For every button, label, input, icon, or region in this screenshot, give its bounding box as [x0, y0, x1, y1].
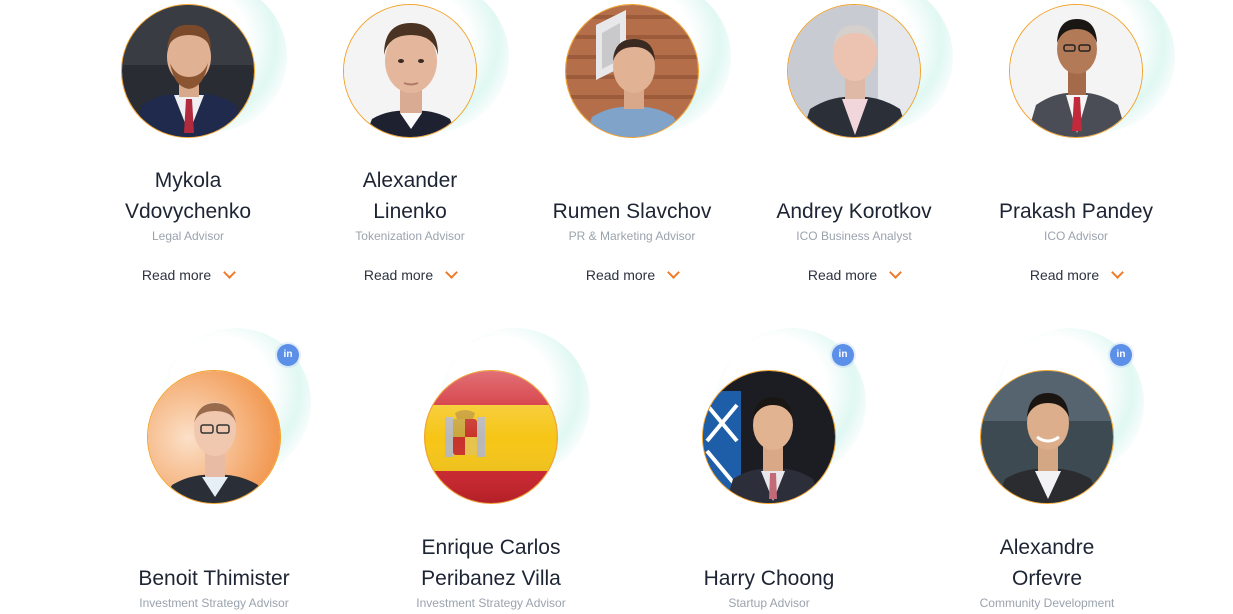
advisor-name: Alexander Linenko: [362, 169, 458, 223]
advisor-role: ICO Business Analyst: [796, 229, 912, 243]
photo-area: in: [658, 328, 880, 506]
read-more-button[interactable]: Read more: [521, 266, 743, 284]
photo-area: [299, 0, 521, 140]
read-more-label: Read more: [1029, 267, 1100, 283]
advisor-name: Alexandre Orfevre: [999, 536, 1095, 590]
avatar: [1009, 4, 1143, 138]
advisor-name: Mykola Vdovychenko: [124, 169, 252, 223]
read-more-button[interactable]: Read more: [965, 266, 1187, 284]
photo-area: in: [936, 328, 1158, 506]
avatar: [565, 4, 699, 138]
linkedin-icon[interactable]: in: [832, 344, 854, 366]
read-more-label: Read more: [363, 267, 434, 283]
read-more-label: Read more: [141, 267, 212, 283]
advisor-name: Harry Choong: [703, 567, 835, 590]
avatar: [121, 4, 255, 138]
advisor-role: Startup Advisor: [728, 596, 810, 610]
chevron-down-icon: [667, 266, 680, 279]
advisor-role: PR & Marketing Advisor: [568, 229, 696, 243]
chevron-down-icon: [445, 266, 458, 279]
read-more-label: Read more: [807, 267, 878, 283]
read-more-label: Read more: [585, 267, 656, 283]
advisor-role: Investment Strategy Advisor: [139, 596, 289, 610]
advisor-role: ICO Advisor: [1043, 229, 1109, 243]
advisor-name: Rumen Slavchov: [552, 200, 712, 223]
advisor-role: Legal Advisor: [151, 229, 225, 243]
advisor-name: Andrey Korotkov: [776, 200, 932, 223]
photo-area: [380, 328, 602, 506]
avatar: [424, 370, 558, 504]
advisor-name: Prakash Pandey: [998, 200, 1154, 223]
photo-area: [77, 0, 299, 140]
advisor-role: Community Development: [979, 596, 1115, 610]
advisor-name: Enrique Carlos Peribanez Villa: [421, 536, 561, 590]
photo-area: [965, 0, 1187, 140]
avatar: [343, 4, 477, 138]
avatar: [980, 370, 1114, 504]
chevron-down-icon: [223, 266, 236, 279]
photo-area: [743, 0, 965, 140]
avatar: [147, 370, 281, 504]
read-more-button[interactable]: Read more: [299, 266, 521, 284]
avatar: [787, 4, 921, 138]
photo-area: in: [103, 328, 325, 506]
chevron-down-icon: [889, 266, 902, 279]
advisor-name: Benoit Thimister: [138, 567, 290, 590]
linkedin-icon[interactable]: in: [1110, 344, 1132, 366]
avatar: [702, 370, 836, 504]
photo-area: [521, 0, 743, 140]
read-more-button[interactable]: Read more: [743, 266, 965, 284]
advisor-role: Tokenization Advisor: [355, 229, 465, 243]
advisor-role: Investment Strategy Advisor: [416, 596, 566, 610]
chevron-down-icon: [1111, 266, 1124, 279]
linkedin-icon[interactable]: in: [277, 344, 299, 366]
read-more-button[interactable]: Read more: [77, 266, 299, 284]
